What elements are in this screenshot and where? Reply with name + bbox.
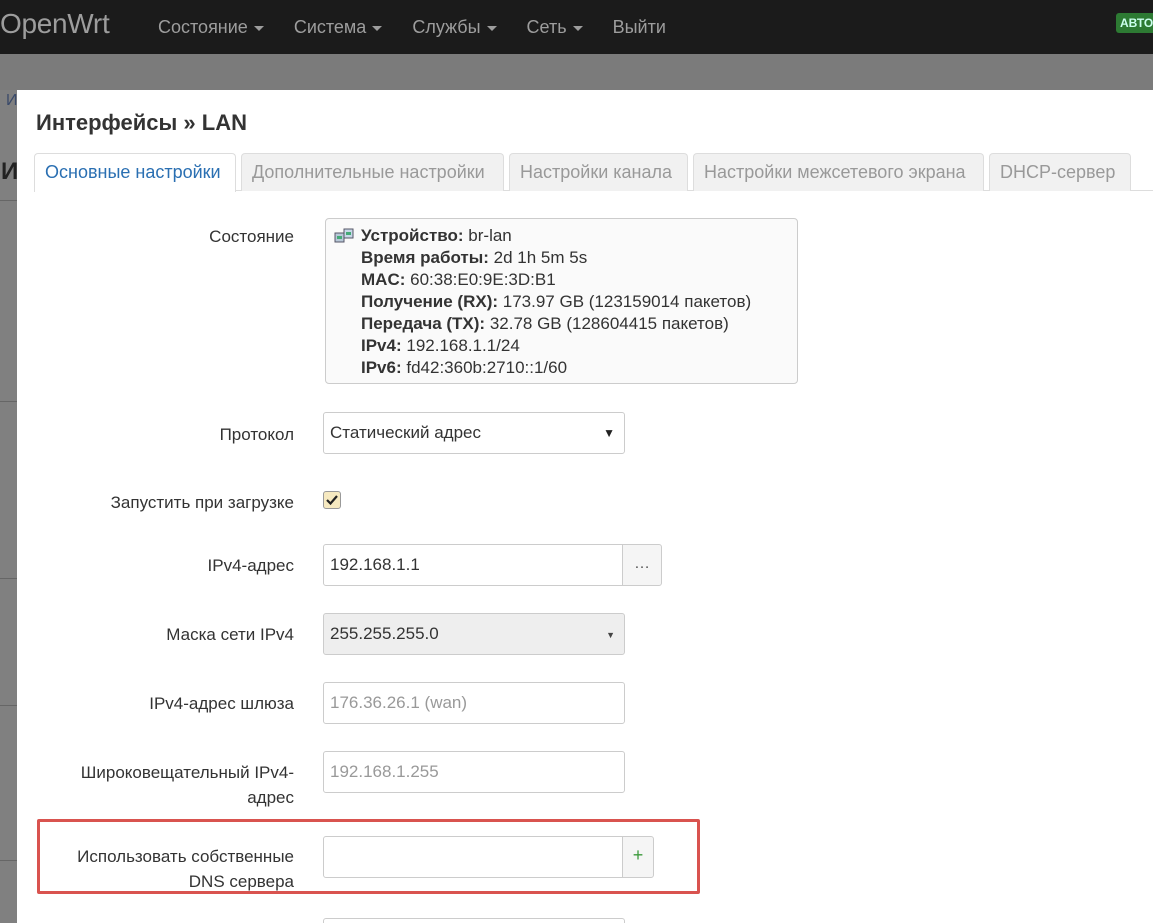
ipv4-address-more-button[interactable]: … [622, 544, 662, 586]
status-tx-value: 32.78 GB (128604415 пакетов) [485, 314, 729, 333]
chevron-down-icon [572, 25, 583, 31]
network-interface-icon [334, 228, 354, 243]
ipv4-netmask-value: 255.255.255.0 [330, 624, 439, 643]
status-label: Состояние [209, 227, 294, 246]
status-ipv4-key: IPv4: [361, 336, 402, 355]
background-heading: И [1, 158, 19, 185]
status-mac-key: MAC: [361, 270, 406, 289]
ipv4-address-input[interactable]: 192.168.1.1 [323, 544, 623, 586]
interface-edit-modal: Интерфейсы » LAN Основные настройки Допо… [17, 90, 1153, 923]
status-device-value: br-lan [463, 226, 512, 245]
menu-logout[interactable]: Выйти [613, 17, 666, 38]
status-device-line: Устройство: br-lan [361, 225, 789, 247]
dropdown-arrow-icon: ▼ [606, 630, 615, 640]
protocol-label: Протокол [219, 425, 294, 444]
menu-system[interactable]: Система [294, 17, 383, 38]
ipv4-broadcast-label: Широковещательный IPv4- адрес [81, 760, 294, 810]
menu-network[interactable]: Сеть [527, 17, 583, 38]
autostart-checkbox[interactable] [323, 491, 341, 509]
status-ipv4-value: 192.168.1.1/24 [401, 336, 520, 355]
tab-bar: Основные настройки Дополнительные настро… [34, 153, 1153, 192]
status-ipv4-line: IPv4: 192.168.1.1/24 [361, 335, 789, 357]
ipv4-gateway-label: IPv4-адрес шлюза [149, 694, 294, 713]
ipv4-netmask-select[interactable]: 255.255.255.0 ▼ [323, 613, 625, 655]
background-divider [0, 578, 17, 579]
status-ipv6-key: IPv6: [361, 358, 402, 377]
menu-services-label: Службы [412, 16, 481, 37]
status-ipv6-line: IPv6: fd42:360b:2710::1/60 [361, 357, 789, 379]
highlight-frame [37, 819, 700, 894]
menu-status[interactable]: Состояние [158, 17, 264, 38]
tab-general-settings[interactable]: Основные настройки [34, 153, 236, 192]
ipv4-broadcast-input[interactable]: 192.168.1.255 [323, 751, 625, 793]
protocol-select-value: Статический адрес [330, 423, 481, 442]
background-divider [0, 860, 17, 861]
menu-system-label: Система [293, 16, 367, 37]
top-navbar: OpenWrt Состояние Система Службы Сеть Вы… [0, 0, 1153, 54]
menu-services[interactable]: Службы [412, 16, 497, 38]
status-uptime-key: Время работы: [361, 248, 489, 267]
status-device-key: Устройство: [361, 226, 464, 245]
brand-logo[interactable]: OpenWrt [0, 8, 110, 40]
main-menu: Состояние Система Службы Сеть Выйти [158, 0, 696, 54]
status-mac-value: 60:38:E0:9E:3D:B1 [405, 270, 556, 289]
background-page-left: И И [0, 90, 19, 923]
interface-status-box: Устройство: br-lan Время работы: 2d 1h 5… [325, 218, 798, 384]
chevron-down-icon [253, 25, 264, 31]
checkmark-icon [326, 495, 338, 506]
ipv4-address-label: IPv4-адрес [207, 556, 294, 575]
next-field-partial[interactable] [323, 918, 625, 923]
ipv4-netmask-label: Маска сети IPv4 [166, 625, 294, 644]
chevron-down-icon [486, 25, 497, 31]
menu-logout-label: Выйти [612, 16, 666, 37]
protocol-select[interactable]: Статический адрес ▼ [323, 412, 625, 454]
chevron-down-icon [372, 25, 383, 31]
ipv4-gateway-input[interactable]: 176.36.26.1 (wan) [323, 682, 625, 724]
tab-physical-settings[interactable]: Настройки канала [509, 153, 688, 191]
status-ipv6-value: fd42:360b:2710::1/60 [401, 358, 568, 377]
tab-dhcp-server[interactable]: DHCP-сервер [989, 153, 1131, 191]
status-tx-line: Передача (TX): 32.78 GB (128604415 пакет… [361, 313, 789, 335]
dropdown-arrow-icon: ▼ [603, 426, 615, 440]
menu-status-label: Состояние [158, 16, 248, 37]
background-divider [0, 200, 17, 201]
tab-advanced-settings[interactable]: Дополнительные настройки [241, 153, 504, 191]
status-rx-line: Получение (RX): 173.97 GB (123159014 пак… [361, 291, 789, 313]
auto-refresh-badge[interactable]: АВТО [1116, 13, 1153, 33]
background-breadcrumb: И [6, 92, 18, 109]
modal-title: Интерфейсы » LAN [36, 110, 247, 135]
autostart-label: Запустить при загрузке [110, 493, 294, 512]
status-uptime-line: Время работы: 2d 1h 5m 5s [361, 247, 789, 269]
ipv4-broadcast-label-line2: адрес [247, 788, 294, 807]
background-page-strip [0, 54, 1153, 90]
status-rx-value: 173.97 GB (123159014 пакетов) [498, 292, 752, 311]
status-tx-key: Передача (TX): [361, 314, 486, 333]
status-mac-line: MAC: 60:38:E0:9E:3D:B1 [361, 269, 789, 291]
status-rx-key: Получение (RX): [361, 292, 499, 311]
background-divider [0, 705, 17, 706]
background-divider [0, 401, 17, 402]
menu-network-label: Сеть [526, 16, 567, 37]
ipv4-broadcast-label-line1: Широковещательный IPv4- [80, 763, 294, 782]
status-uptime-value: 2d 1h 5m 5s [488, 248, 588, 267]
tab-firewall-settings[interactable]: Настройки межсетевого экрана [693, 153, 984, 191]
